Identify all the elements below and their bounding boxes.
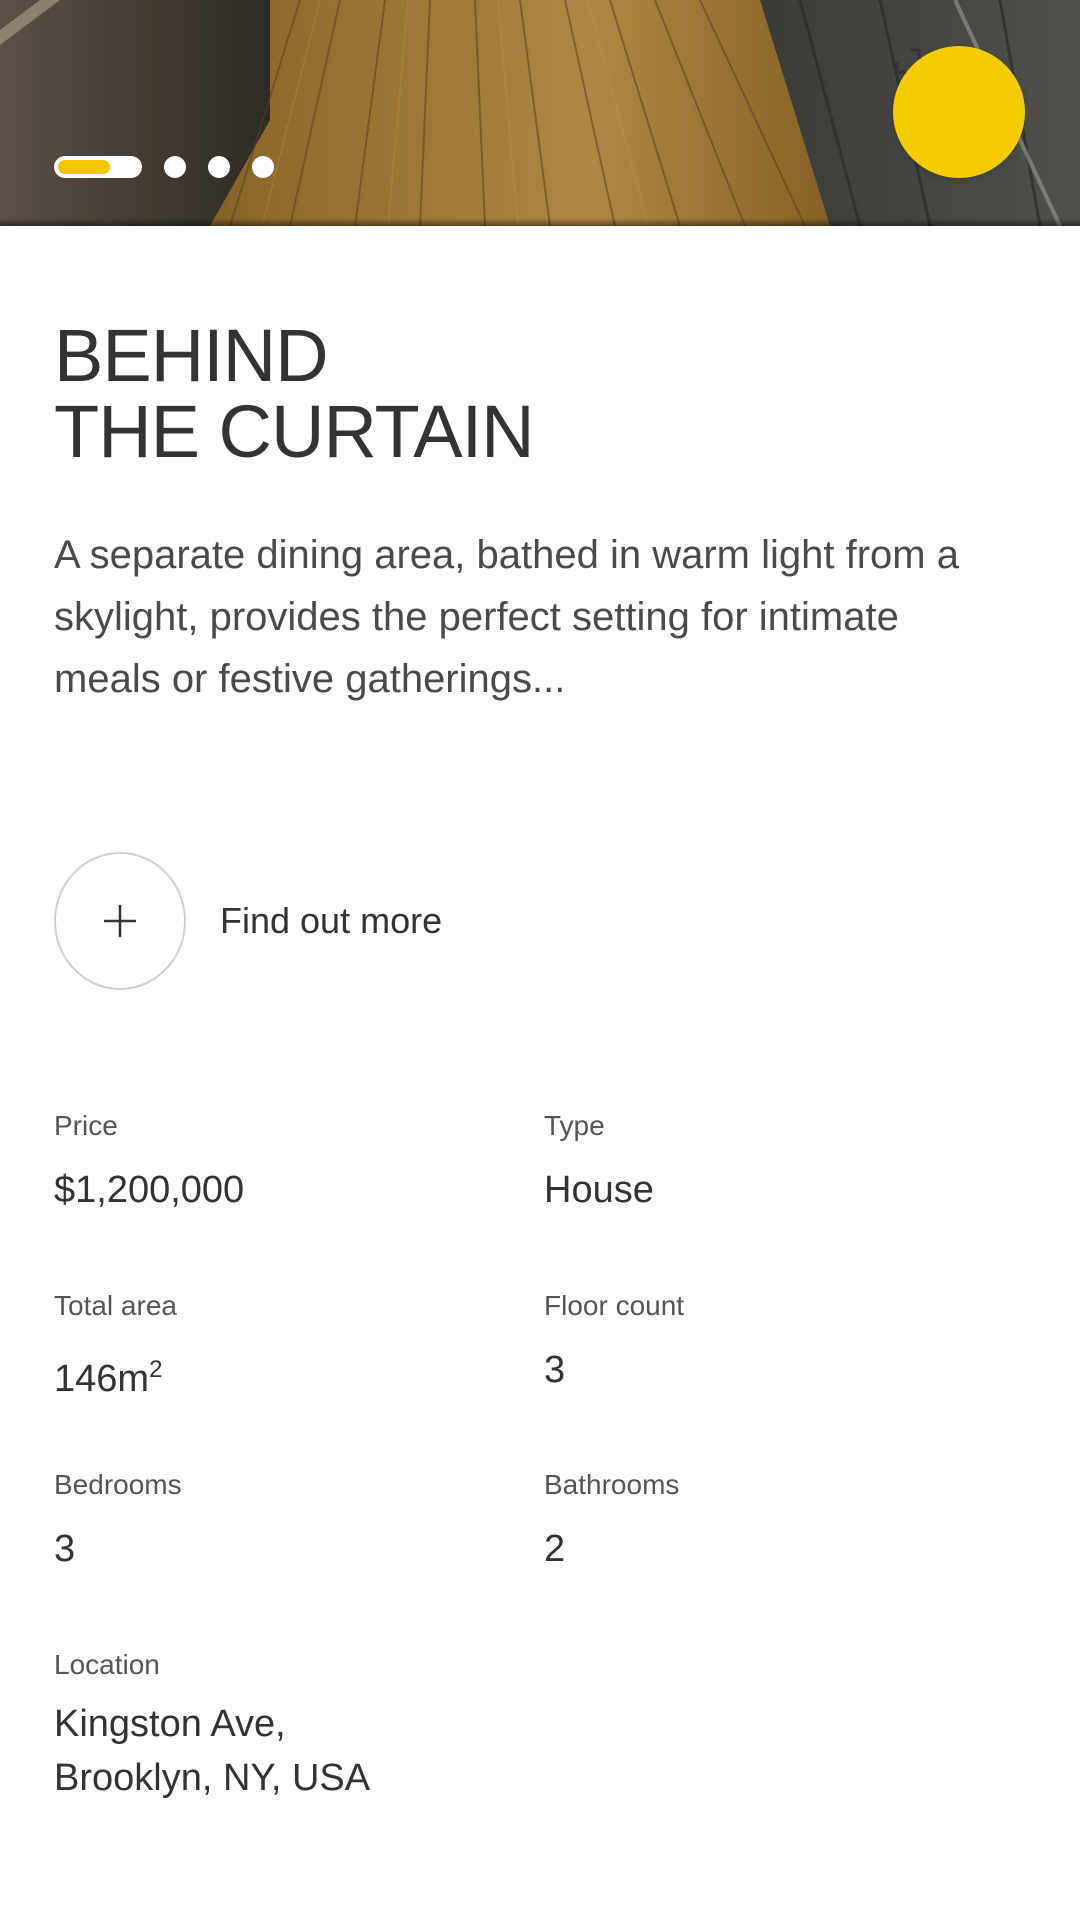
area-value: 146m: [54, 1358, 150, 1400]
hero-image[interactable]: [0, 0, 1080, 226]
spec-label: Location: [54, 1649, 160, 1680]
spec-label: Price: [54, 1110, 118, 1141]
area-unit-superscript: 2: [149, 1356, 163, 1383]
carousel-dot[interactable]: [164, 156, 186, 178]
location-line-2: Brooklyn, NY, USA: [54, 1757, 371, 1799]
spec-type: Type House: [544, 1108, 984, 1216]
carousel-dot[interactable]: [208, 156, 230, 178]
find-out-more-circle[interactable]: [54, 852, 186, 990]
listing-detail-page: BEHIND THE CURTAIN A separate dining are…: [0, 0, 1080, 1920]
spec-label: Bedrooms: [54, 1469, 182, 1500]
location-line-1: Kingston Ave,: [54, 1703, 286, 1745]
spec-floor-count: Floor count 3: [544, 1288, 984, 1396]
spec-label: Total area: [54, 1290, 177, 1321]
carousel-indicator[interactable]: [54, 155, 274, 179]
spec-price: Price $1,200,000: [54, 1108, 494, 1216]
spec-value: $1,200,000: [54, 1169, 245, 1211]
spec-bedrooms: Bedrooms 3: [54, 1467, 494, 1575]
expand-icon: [895, 48, 921, 74]
spec-value: Kingston Ave, Brooklyn, NY, USA: [54, 1697, 654, 1805]
carousel-dot-active[interactable]: [54, 156, 142, 178]
spec-total-area: Total area 146m2: [54, 1288, 494, 1405]
spec-label: Floor count: [544, 1290, 685, 1321]
spec-value: 2: [544, 1528, 566, 1570]
expand-button[interactable]: [893, 46, 1025, 178]
listing-description: A separate dining area, bathed in warm l…: [54, 533, 959, 701]
spec-label: Type: [544, 1110, 605, 1141]
spec-value: 146m2: [54, 1344, 494, 1405]
spec-value: House: [544, 1169, 654, 1211]
carousel-dot[interactable]: [252, 156, 274, 178]
title-line-1: BEHIND: [54, 314, 329, 397]
hero-bottom-shadow: [0, 218, 1080, 226]
spec-label: Bathrooms: [544, 1469, 680, 1500]
spec-location: Location Kingston Ave, Brooklyn, NY, USA: [54, 1647, 654, 1805]
page-title: BEHIND THE CURTAIN: [54, 314, 535, 473]
spec-value: 3: [544, 1349, 566, 1391]
spec-value: 3: [54, 1528, 76, 1570]
carousel-progress-fill: [58, 160, 110, 174]
title-line-2: THE CURTAIN: [54, 390, 535, 473]
plus-icon: [104, 905, 136, 937]
find-out-more-label[interactable]: Find out more: [220, 900, 442, 942]
spec-bathrooms: Bathrooms 2: [544, 1467, 984, 1575]
find-out-more-button[interactable]: Find out more: [54, 852, 442, 990]
